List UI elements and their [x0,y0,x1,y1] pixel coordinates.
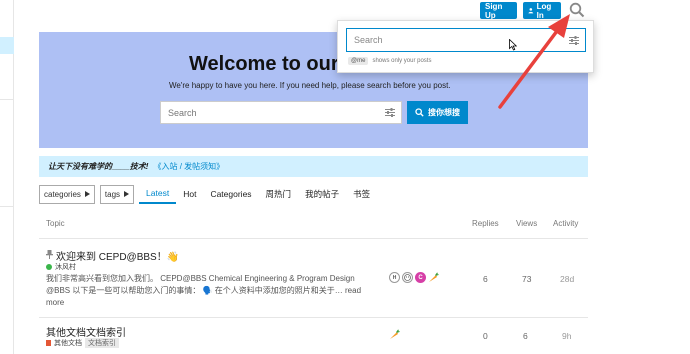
nav-hot[interactable]: Hot [176,184,203,204]
column-header-replies[interactable]: Replies [472,219,499,228]
replies-count: 0 [483,331,488,341]
topic-tag[interactable]: 文档索引 [85,338,119,348]
column-header-topic[interactable]: Topic [46,219,65,228]
categories-dropdown[interactable]: categories [39,184,95,204]
carrot-icon [429,272,439,282]
topic-excerpt: 我们非常高兴看到您加入我们。 CEPD@BBS Chemical Enginee… [46,273,374,309]
categories-dropdown-label: categories [44,189,81,199]
category-badge[interactable]: 沐风村 [46,262,76,272]
poster-avatars [389,329,400,340]
category-label: 沐风村 [55,264,76,271]
activity-time[interactable]: 28d [560,274,574,284]
avatar[interactable] [402,272,413,283]
nav-latest[interactable]: Latest [139,184,177,204]
category-color-icon [46,340,51,346]
table-divider [39,238,588,239]
pin-icon [46,250,53,259]
nav-weekly-hot[interactable]: 周热门 [259,184,299,204]
nav-bookmarks[interactable]: 书签 [346,184,377,204]
robot-icon [404,274,411,281]
topic-excerpt-text: 我们非常高兴看到您加入我们。 CEPD@BBS Chemical Enginee… [46,274,355,295]
tags-dropdown[interactable]: tags [99,184,135,204]
table-divider [39,317,588,318]
topic-title[interactable]: 欢迎来到 CEPD@BBS！👋 [56,248,179,263]
avatar[interactable]: H [389,272,400,283]
poster-avatars: H C [389,272,439,283]
category-label: 其他文档 [54,340,82,347]
carrot-icon [390,329,400,339]
views-count: 73 [522,274,532,284]
category-badge[interactable]: 其他文档 文档索引 [46,338,119,348]
replies-count: 6 [483,274,488,284]
topic-title[interactable]: 其他文档文档索引 [46,324,126,339]
category-color-icon [46,264,52,270]
views-count: 6 [523,331,528,341]
notice-bar: 让天下没有难学的____技术! 《入站 / 发帖须知》 [39,156,588,177]
nav-my-posts[interactable]: 我的帖子 [298,184,346,204]
avatar[interactable] [389,329,400,340]
topic-navigation: categories tags Latest Hot Categories 周热… [39,184,377,204]
notice-link[interactable]: 《入站 / 发帖须知》 [153,161,224,172]
caret-right-icon [84,191,90,197]
caret-right-icon [124,191,130,197]
column-header-activity[interactable]: Activity [553,219,578,228]
notice-text: 让天下没有难学的____技术! [48,162,149,171]
nav-categories[interactable]: Categories [203,184,258,204]
activity-time[interactable]: 9h [562,331,571,341]
tags-dropdown-label: tags [104,189,121,199]
column-header-views[interactable]: Views [516,219,537,228]
avatar[interactable]: C [415,272,426,283]
avatar[interactable] [428,272,439,283]
